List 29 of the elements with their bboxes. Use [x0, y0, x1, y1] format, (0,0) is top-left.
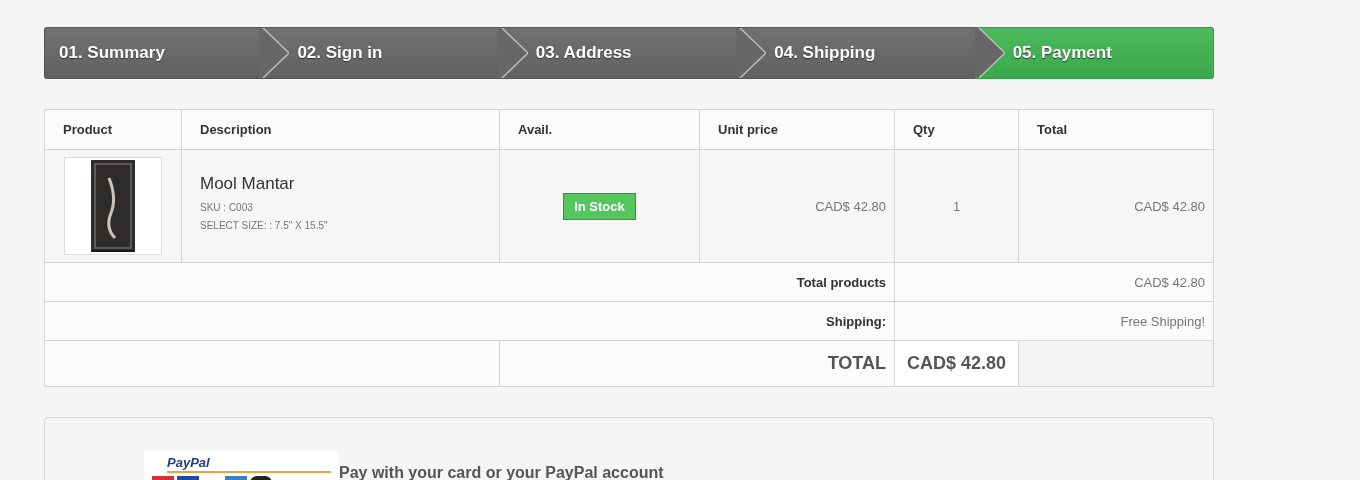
summary-label: Shipping:: [826, 313, 886, 329]
column-header: Description: [200, 122, 272, 137]
chevron-icon: [974, 28, 1005, 78]
column-header: Product: [63, 122, 113, 137]
column-header: Avail.: [518, 122, 553, 137]
product-name[interactable]: Mool Mantar: [200, 174, 491, 194]
unit-price: CAD$ 42.80: [815, 198, 886, 214]
column-header: Qty: [913, 122, 935, 137]
line-total: CAD$ 42.80: [1134, 198, 1205, 214]
checkout-step[interactable]: 04. Shipping: [736, 27, 975, 79]
checkout-step[interactable]: 05. Payment: [974, 27, 1215, 79]
column-header: Unit price: [718, 122, 778, 137]
chevron-icon: [736, 28, 767, 78]
stock-badge: In Stock: [563, 192, 636, 220]
chevron-icon: [259, 28, 290, 78]
paypal-logo[interactable]: PayPal: [144, 451, 339, 480]
chevron-icon: [497, 28, 528, 78]
product-size: SELECT SIZE: : 7.5" X 15.5": [200, 220, 329, 231]
checkout-step[interactable]: 02. Sign in: [259, 27, 498, 79]
checkout-step[interactable]: 01. Summary: [44, 27, 260, 79]
column-header: Total: [1037, 122, 1068, 137]
total-value: CAD$ 42.80: [906, 353, 1007, 373]
summary-value: Free Shipping!: [1120, 313, 1205, 329]
summary-label: Total products: [796, 274, 886, 290]
summary-value: CAD$ 42.80: [1134, 274, 1205, 290]
total-label: TOTAL: [827, 353, 886, 373]
product-sku: SKU : C003: [200, 202, 254, 213]
quantity: 1: [952, 198, 961, 214]
checkout-step[interactable]: 03. Address: [497, 27, 737, 79]
